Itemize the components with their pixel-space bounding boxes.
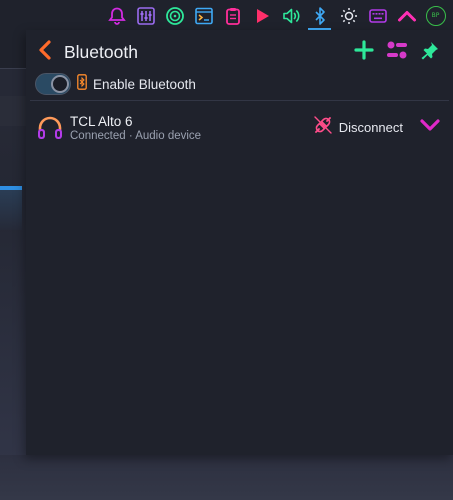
avatar: BP [425, 5, 446, 26]
toggle-knob [51, 75, 69, 93]
panel-title: Bluetooth [64, 42, 138, 62]
expand-device-button[interactable] [417, 116, 443, 138]
bluetooth-status-icon [71, 73, 87, 95]
user-avatar[interactable]: BP [422, 2, 449, 29]
background-strip [0, 96, 26, 126]
plus-icon [354, 39, 374, 65]
desktop-background [0, 455, 453, 500]
divider [30, 100, 449, 101]
keyboard-icon[interactable] [364, 2, 391, 29]
top-bar: BP [0, 0, 453, 30]
enable-bluetooth-row: Enable Bluetooth [35, 72, 196, 96]
settings-button[interactable] [386, 41, 408, 63]
mixer-icon[interactable] [132, 2, 159, 29]
disc-icon[interactable] [161, 2, 188, 29]
volume-icon[interactable] [277, 2, 304, 29]
enable-bluetooth-toggle[interactable] [35, 73, 71, 95]
background-strip [0, 190, 22, 230]
background-strip [0, 30, 26, 68]
add-device-button[interactable] [353, 39, 375, 65]
sliders-icon [386, 40, 408, 65]
pin-button[interactable] [419, 41, 441, 63]
play-icon[interactable] [248, 2, 275, 29]
back-button[interactable] [34, 39, 56, 66]
clipboard-icon[interactable] [219, 2, 246, 29]
unplug-icon [313, 115, 333, 140]
headphones-icon [36, 114, 64, 142]
disconnect-label: Disconnect [338, 119, 403, 135]
device-name: TCL Alto 6 [70, 114, 133, 129]
terminal-icon[interactable] [190, 2, 217, 29]
bluetooth-icon[interactable] [306, 2, 333, 30]
disconnect-button[interactable]: Disconnect [313, 115, 403, 140]
system-tray: BP [103, 2, 449, 30]
toggle-label: Enable Bluetooth [93, 76, 196, 92]
device-status: Connected · Audio device [70, 130, 202, 142]
pin-icon [420, 40, 440, 65]
bell-icon[interactable] [103, 2, 130, 29]
device-row: TCL Alto 6 Connected · Audio device Disc… [34, 110, 443, 146]
chevron-up-icon[interactable] [393, 2, 420, 29]
brightness-icon[interactable] [335, 2, 362, 29]
panel-header: Bluetooth [26, 34, 453, 68]
background-strip [0, 68, 26, 98]
bluetooth-panel: Bluetooth Enable Bluetooth TCL Alto 6 Co… [26, 30, 453, 455]
chevron-left-icon [37, 39, 53, 66]
chevron-down-icon [419, 118, 441, 137]
